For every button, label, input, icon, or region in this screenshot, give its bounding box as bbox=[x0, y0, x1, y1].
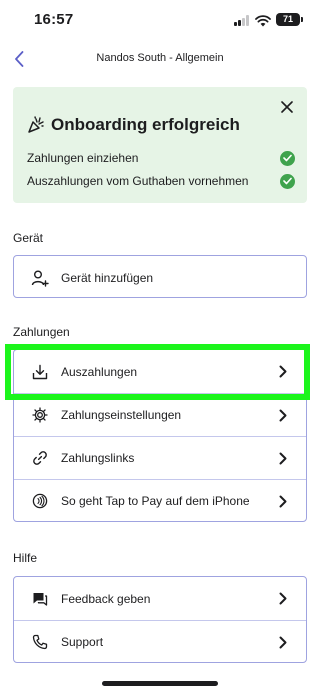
navigation-bar: Nandos South - Allgemein bbox=[0, 44, 320, 74]
support-label: Support bbox=[61, 635, 104, 649]
chevron-right-icon bbox=[276, 408, 290, 422]
section-title-help: Hilfe bbox=[13, 551, 38, 565]
payment-links-button[interactable]: Zahlungslinks bbox=[14, 436, 306, 479]
onboarding-title: Onboarding erfolgreich bbox=[51, 115, 240, 134]
wifi-icon bbox=[255, 14, 271, 27]
contactless-icon bbox=[31, 492, 49, 510]
status-bar: 16:57 71 bbox=[0, 0, 320, 40]
page-title: Nandos South - Allgemein bbox=[96, 52, 224, 64]
payouts-label: Auszahlungen bbox=[61, 364, 138, 379]
onboarding-item-label: Auszahlungen vom Guthaben vornehmen bbox=[27, 174, 249, 188]
onboarding-item: Zahlungen einziehen bbox=[27, 149, 295, 167]
download-tray-icon bbox=[31, 363, 49, 381]
chevron-right-icon bbox=[276, 592, 290, 606]
screen: 16:57 71 Nandos South - Allgemein Onboar… bbox=[0, 0, 320, 692]
banner-heading: Onboarding erfolgreich bbox=[27, 115, 240, 135]
onboarding-item: Auszahlungen vom Guthaben vornehmen bbox=[27, 172, 295, 190]
party-popper-icon bbox=[28, 116, 44, 133]
add-person-icon bbox=[31, 269, 49, 287]
onboarding-item-label: Zahlungen einziehen bbox=[27, 151, 139, 165]
help-card: Feedback geben Support bbox=[13, 576, 307, 663]
gear-icon bbox=[31, 406, 49, 424]
home-indicator bbox=[102, 681, 218, 686]
payment-settings-label: Zahlungseinstellungen bbox=[61, 408, 182, 422]
phone-icon bbox=[31, 633, 49, 651]
payment-links-label: Zahlungslinks bbox=[61, 451, 135, 465]
link-icon bbox=[31, 449, 49, 467]
battery-icon: 71 bbox=[276, 13, 300, 26]
section-title-device: Gerät bbox=[13, 231, 44, 245]
add-device-button[interactable]: Gerät hinzufügen bbox=[14, 256, 306, 299]
section-title-payments: Zahlungen bbox=[13, 325, 70, 339]
tap-to-pay-label: So geht Tap to Pay auf dem iPhone bbox=[61, 494, 250, 508]
chevron-right-icon bbox=[276, 365, 290, 379]
battery-cap bbox=[301, 17, 303, 22]
device-card: Gerät hinzufügen bbox=[13, 255, 307, 298]
tap-to-pay-button[interactable]: So geht Tap to Pay auf dem iPhone bbox=[14, 479, 306, 522]
check-circle-icon bbox=[280, 150, 295, 166]
cellular-signal-icon bbox=[234, 15, 250, 26]
payment-settings-button[interactable]: Zahlungseinstellungen bbox=[14, 393, 306, 436]
feedback-label: Feedback geben bbox=[61, 591, 151, 606]
chevron-right-icon bbox=[276, 451, 290, 465]
close-icon bbox=[281, 101, 293, 113]
check-circle-icon bbox=[280, 173, 295, 189]
feedback-icon bbox=[31, 590, 49, 608]
payments-card: Auszahlungen Zahlungseinstellungen Zahlu… bbox=[13, 349, 307, 522]
status-time: 16:57 bbox=[34, 11, 74, 28]
close-banner-button[interactable] bbox=[277, 97, 297, 117]
onboarding-banner: Onboarding erfolgreich Zahlungen einzieh… bbox=[13, 87, 307, 203]
feedback-button[interactable]: Feedback geben bbox=[14, 577, 306, 620]
chevron-right-icon bbox=[276, 635, 290, 649]
chevron-right-icon bbox=[276, 494, 290, 508]
payouts-button[interactable]: Auszahlungen bbox=[14, 350, 306, 393]
add-device-label: Gerät hinzufügen bbox=[61, 270, 154, 285]
support-button[interactable]: Support bbox=[14, 620, 306, 663]
